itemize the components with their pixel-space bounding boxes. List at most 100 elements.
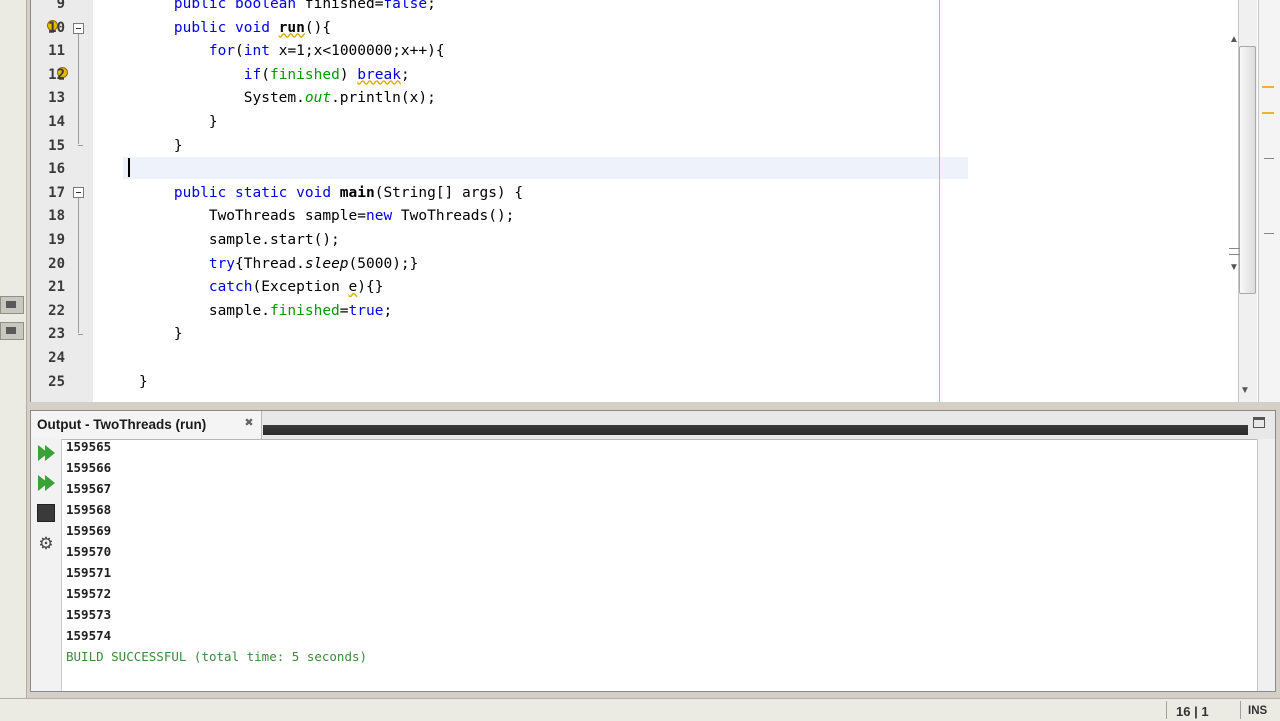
editor-scrollbar-thumb[interactable] <box>1239 46 1256 294</box>
code-line[interactable]: } <box>139 111 218 134</box>
code-token: } <box>139 326 183 343</box>
close-icon[interactable]: ✖ <box>243 417 255 429</box>
output-vertical-scrollbar[interactable] <box>1257 439 1275 691</box>
code-line[interactable]: } <box>139 135 183 158</box>
code-line[interactable]: } <box>139 371 148 394</box>
code-token: public void <box>173 19 270 36</box>
line-number[interactable]: 19 <box>35 229 65 252</box>
line-number[interactable]: 15 <box>35 135 65 158</box>
code-token: main <box>339 184 375 201</box>
line-number[interactable]: 18 <box>35 205 65 228</box>
code-token: } <box>139 114 218 130</box>
scrollbar-grip[interactable] <box>1229 248 1240 255</box>
line-number[interactable]: 20 <box>35 253 65 276</box>
line-number[interactable]: 11 <box>35 40 65 63</box>
output-text-area[interactable]: 159565 159566 159567 159568 159569 159570 1595… <box>66 439 1246 691</box>
line-number[interactable]: 17 <box>35 182 65 205</box>
output-tab[interactable]: Output - TwoThreads (run) ✖ <box>31 411 262 439</box>
code-line[interactable]: } <box>139 323 183 346</box>
code-token: try <box>208 255 236 272</box>
code-token: break <box>357 66 401 83</box>
output-line: 159566 <box>66 460 112 475</box>
fold-guide <box>78 34 79 144</box>
status-separator <box>1166 701 1167 719</box>
output-window: Output - TwoThreads (run) ✖ ⚙ 159565 1595… <box>30 410 1276 692</box>
line-number[interactable]: 21 <box>35 276 65 299</box>
current-line-mark <box>1264 158 1274 159</box>
error-stripe[interactable] <box>1258 0 1280 402</box>
code-line[interactable]: public void run(){ <box>139 17 331 40</box>
scroll-down-arrow-icon[interactable]: ▼ <box>1240 385 1250 396</box>
code-token: (){ <box>304 19 332 36</box>
current-line-highlight <box>123 157 968 179</box>
text-caret <box>128 158 130 177</box>
line-number[interactable]: 9 <box>35 0 65 16</box>
code-token: = <box>339 302 349 319</box>
line-number[interactable]: 25 <box>35 371 65 394</box>
build-status-message: BUILD SUCCESSFUL (total time: 5 seconds) <box>66 649 368 664</box>
code-token: ){} <box>357 279 384 296</box>
output-line: 159571 <box>66 565 112 580</box>
code-token: } <box>139 373 148 390</box>
line-number[interactable]: 24 <box>35 347 65 370</box>
code-line[interactable]: catch(Exception e){} <box>139 276 384 299</box>
insert-mode-indicator: INS <box>1248 705 1268 717</box>
code-token: {Thread. <box>235 255 305 272</box>
code-token: public boolean <box>173 0 297 12</box>
fold-toggle-icon[interactable] <box>73 23 84 34</box>
code-token: true <box>348 302 384 319</box>
rerun-button[interactable] <box>34 441 58 465</box>
maximize-icon[interactable] <box>1253 417 1265 428</box>
code-editor[interactable]: 9 public boolean finished=false; 10 publi… <box>30 0 1262 402</box>
warning-mark[interactable] <box>1262 86 1274 88</box>
code-token: System. <box>139 90 305 107</box>
output-line: 159569 <box>66 523 112 538</box>
stop-button[interactable] <box>34 501 58 525</box>
minimized-window-button[interactable] <box>0 322 24 340</box>
code-line[interactable]: sample.start(); <box>139 229 340 252</box>
fold-toggle-icon[interactable] <box>73 187 84 198</box>
fold-guide-end <box>78 334 83 335</box>
code-line[interactable]: sample.finished=true; <box>139 300 392 323</box>
settings-button[interactable]: ⚙ <box>34 531 58 555</box>
line-number[interactable]: 14 <box>35 111 65 134</box>
code-token: ; <box>427 0 436 12</box>
code-token: for <box>208 43 236 60</box>
code-token: ) <box>339 66 358 83</box>
code-line[interactable]: public boolean finished=false; <box>139 0 436 16</box>
output-line: 159572 <box>66 586 112 601</box>
code-token: ; <box>383 302 393 319</box>
status-separator <box>1240 701 1241 719</box>
line-number[interactable]: 13 <box>35 87 65 110</box>
code-line[interactable]: for(int x=1;x<1000000;x++){ <box>139 40 445 63</box>
warning-mark[interactable] <box>1262 112 1274 114</box>
code-line[interactable]: if(finished) break; <box>139 64 410 87</box>
line-number[interactable]: 22 <box>35 300 65 323</box>
code-line[interactable]: public static void main(String[] args) { <box>139 182 523 205</box>
line-number[interactable]: 16 <box>35 158 65 181</box>
code-token: ( <box>235 43 244 60</box>
code-token: if <box>243 66 262 83</box>
minimized-window-button[interactable] <box>0 296 24 314</box>
scroll-up-arrow-icon[interactable]: ▲ <box>1229 34 1239 45</box>
scroll-down-arrow-icon[interactable]: ▼ <box>1229 262 1239 273</box>
code-line[interactable]: TwoThreads sample=new TwoThreads(); <box>139 205 515 228</box>
code-token: finished <box>269 302 340 319</box>
code-token: TwoThreads sample= <box>139 208 366 225</box>
line-number[interactable]: 12 <box>35 64 65 87</box>
window-icon <box>6 327 16 334</box>
rerun-with-params-button[interactable] <box>34 471 58 495</box>
left-minimized-panel-strip <box>0 0 27 700</box>
code-token: ( <box>261 66 270 83</box>
code-line[interactable]: try{Thread.sleep(5000);} <box>139 253 419 276</box>
code-line[interactable]: System.out.println(x); <box>139 87 436 110</box>
line-number[interactable]: 10 <box>35 17 65 40</box>
line-number[interactable]: 23 <box>35 323 65 346</box>
stripe-mark <box>1264 233 1274 234</box>
window-icon <box>6 301 16 308</box>
